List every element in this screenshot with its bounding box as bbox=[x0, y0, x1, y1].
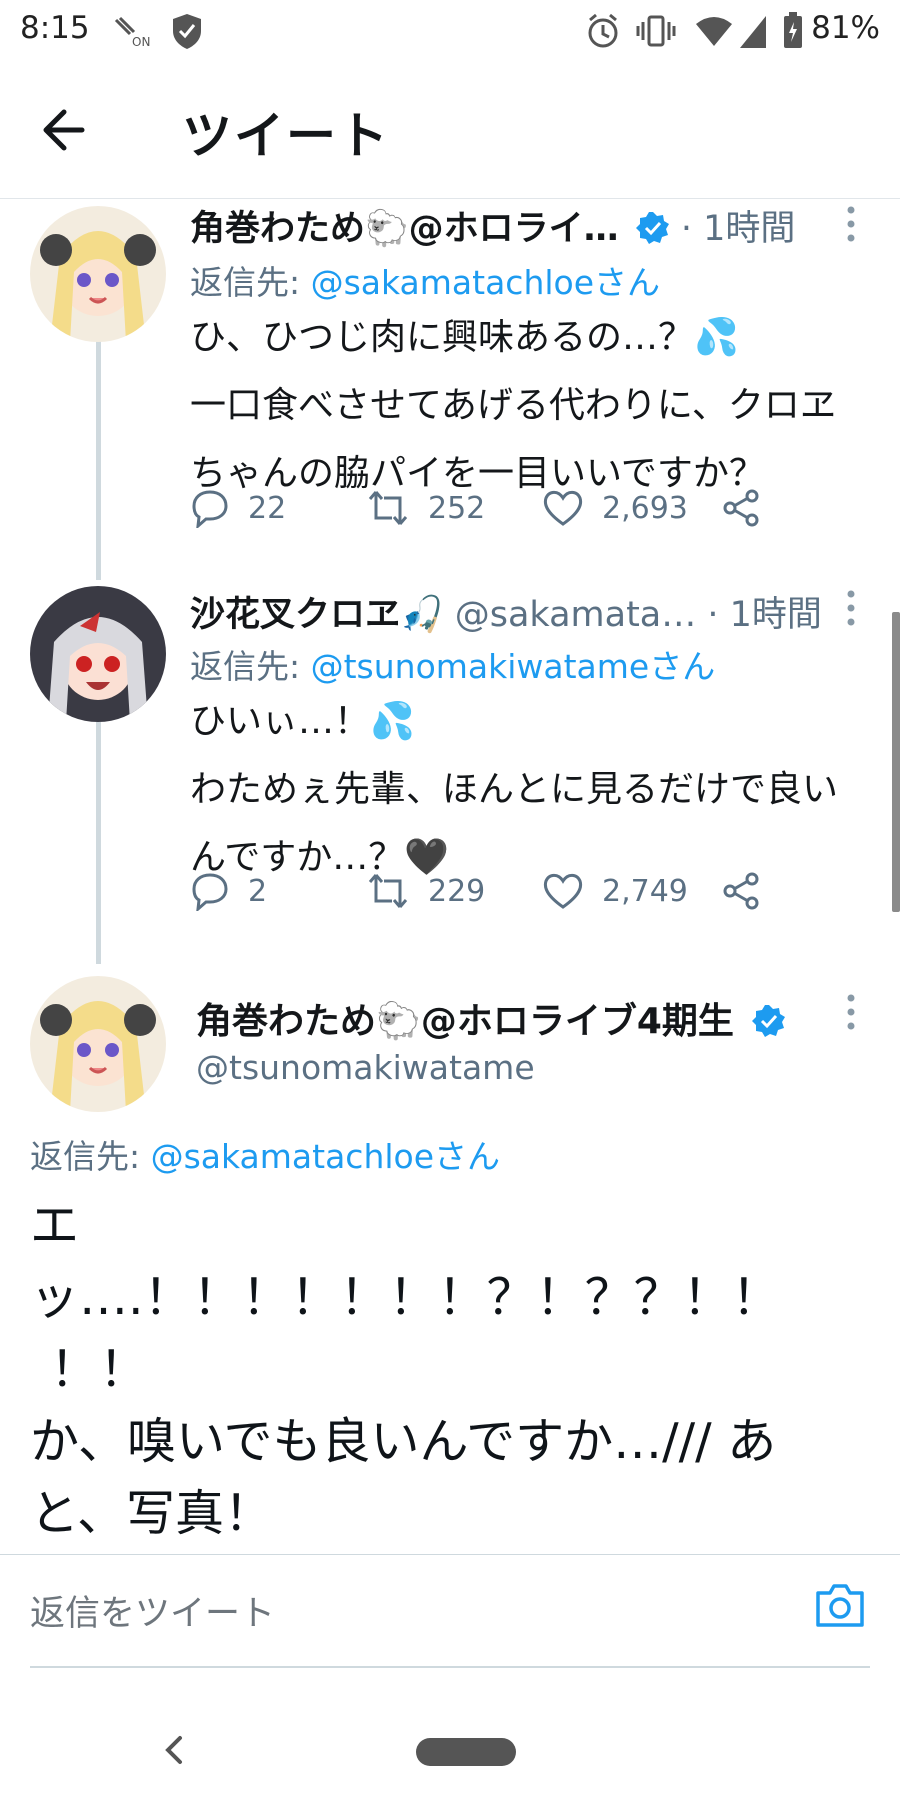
scrollbar[interactable] bbox=[892, 612, 900, 912]
reply-to-line: 返信先: @tsunomakiwatameさん bbox=[190, 647, 716, 686]
app-bar: ツイート bbox=[0, 62, 900, 199]
share-icon bbox=[723, 872, 759, 910]
like-button[interactable]: 2,693 bbox=[542, 483, 688, 533]
reply-icon bbox=[192, 490, 228, 528]
more-options-icon[interactable] bbox=[842, 992, 860, 1032]
tweet-time[interactable]: · 1時間 bbox=[681, 209, 796, 249]
verified-badge-icon bbox=[752, 1005, 786, 1037]
reply-to-link[interactable]: @sakamatachloeさん bbox=[311, 263, 660, 302]
share-icon bbox=[723, 489, 759, 527]
more-options-icon[interactable] bbox=[842, 204, 860, 244]
reply-to-link[interactable]: @tsunomakiwatameさん bbox=[311, 647, 716, 686]
avatar[interactable] bbox=[30, 206, 166, 342]
reply-composer: 返信をツイート bbox=[0, 1554, 900, 1667]
system-nav-bar bbox=[0, 1690, 900, 1800]
main-tweet-text: エ ッ….！！！！！！！？！？？！！ ！！ か、嗅いでも良いんですか…/// あ… bbox=[30, 1197, 781, 1542]
main-author-handle[interactable]: @tsunomakiwatame bbox=[196, 1048, 535, 1087]
tweet-author-handle[interactable]: @sakamata… bbox=[455, 595, 697, 635]
verified-badge-icon bbox=[635, 212, 669, 244]
back-button[interactable] bbox=[36, 102, 104, 158]
reply-to-line: 返信先: @sakamatachloeさん bbox=[30, 1137, 501, 1176]
camera-icon bbox=[816, 1584, 864, 1627]
shield-icon bbox=[170, 12, 204, 54]
heart-icon bbox=[543, 873, 583, 909]
retweet-icon bbox=[368, 491, 408, 525]
tweet-actions: 2 229 2,749 bbox=[190, 866, 810, 916]
tweet-time[interactable]: · 1時間 bbox=[707, 595, 822, 635]
reply-to-link[interactable]: @sakamatachloeさん bbox=[151, 1137, 500, 1176]
tweet-author-suffix[interactable]: @ホロライ… bbox=[409, 209, 619, 249]
svg-text:ON: ON bbox=[132, 35, 150, 48]
battery-percent: 81% bbox=[811, 10, 880, 46]
reply-icon bbox=[192, 873, 228, 911]
status-bar: 8:15 ON 81% bbox=[0, 0, 900, 62]
share-button[interactable] bbox=[722, 866, 762, 916]
main-author-suffix[interactable]: @ホロライブ4期生 bbox=[421, 1001, 734, 1042]
thread-connector bbox=[96, 340, 101, 580]
main-author-name[interactable]: 角巻わため bbox=[196, 1001, 376, 1042]
divider bbox=[30, 1666, 870, 1668]
reply-button[interactable]: 22 bbox=[190, 483, 286, 533]
arrow-left-icon bbox=[43, 109, 85, 151]
share-button[interactable] bbox=[722, 483, 762, 533]
camera-button[interactable] bbox=[814, 1579, 866, 1631]
sheep-emoji-icon: 🐑 bbox=[376, 1001, 421, 1042]
battery-icon bbox=[782, 12, 804, 54]
retweet-button[interactable]: 252 bbox=[366, 483, 485, 533]
avatar[interactable] bbox=[30, 976, 166, 1112]
reply-input[interactable]: 返信をツイート bbox=[30, 1585, 770, 1636]
tweet-author-name[interactable]: 角巻わため bbox=[190, 209, 365, 249]
tweet-author-name[interactable]: 沙花叉クロヱ bbox=[190, 595, 400, 635]
tweet-actions: 22 252 2,693 bbox=[190, 483, 810, 533]
heart-icon bbox=[543, 490, 583, 526]
page-title: ツイート bbox=[182, 107, 390, 165]
more-options-icon[interactable] bbox=[842, 588, 860, 628]
reply-button[interactable]: 2 bbox=[190, 866, 267, 916]
vibrate-icon bbox=[636, 12, 676, 54]
tweet-text: ひいぃ…！💦 わためぇ先輩、ほんとに見るだけで良い んですか…？🖤 bbox=[190, 701, 839, 878]
sheep-emoji-icon: 🐑 bbox=[365, 209, 409, 249]
reply-to-line: 返信先: @sakamatachloeさん bbox=[190, 263, 661, 302]
nav-back-button[interactable] bbox=[160, 1732, 190, 1768]
wifi-icon bbox=[694, 12, 734, 54]
retweet-button[interactable]: 229 bbox=[366, 866, 485, 916]
status-time: 8:15 bbox=[20, 10, 90, 46]
chevron-left-icon bbox=[165, 1736, 182, 1764]
alarm-icon bbox=[586, 12, 620, 54]
fishing-emoji-icon: 🎣 bbox=[400, 595, 444, 635]
nfc-icon: ON bbox=[112, 14, 156, 52]
tweet-text: ひ、ひつじ肉に興味あるの…？💦 一口食べさせてあげる代わりに、クロヱ ちゃんの脇… bbox=[190, 317, 836, 494]
avatar[interactable] bbox=[30, 586, 166, 722]
retweet-icon bbox=[368, 874, 408, 908]
like-button[interactable]: 2,749 bbox=[542, 866, 688, 916]
signal-icon bbox=[738, 12, 768, 54]
thread-connector bbox=[96, 722, 101, 964]
nav-home-pill[interactable] bbox=[416, 1738, 516, 1766]
